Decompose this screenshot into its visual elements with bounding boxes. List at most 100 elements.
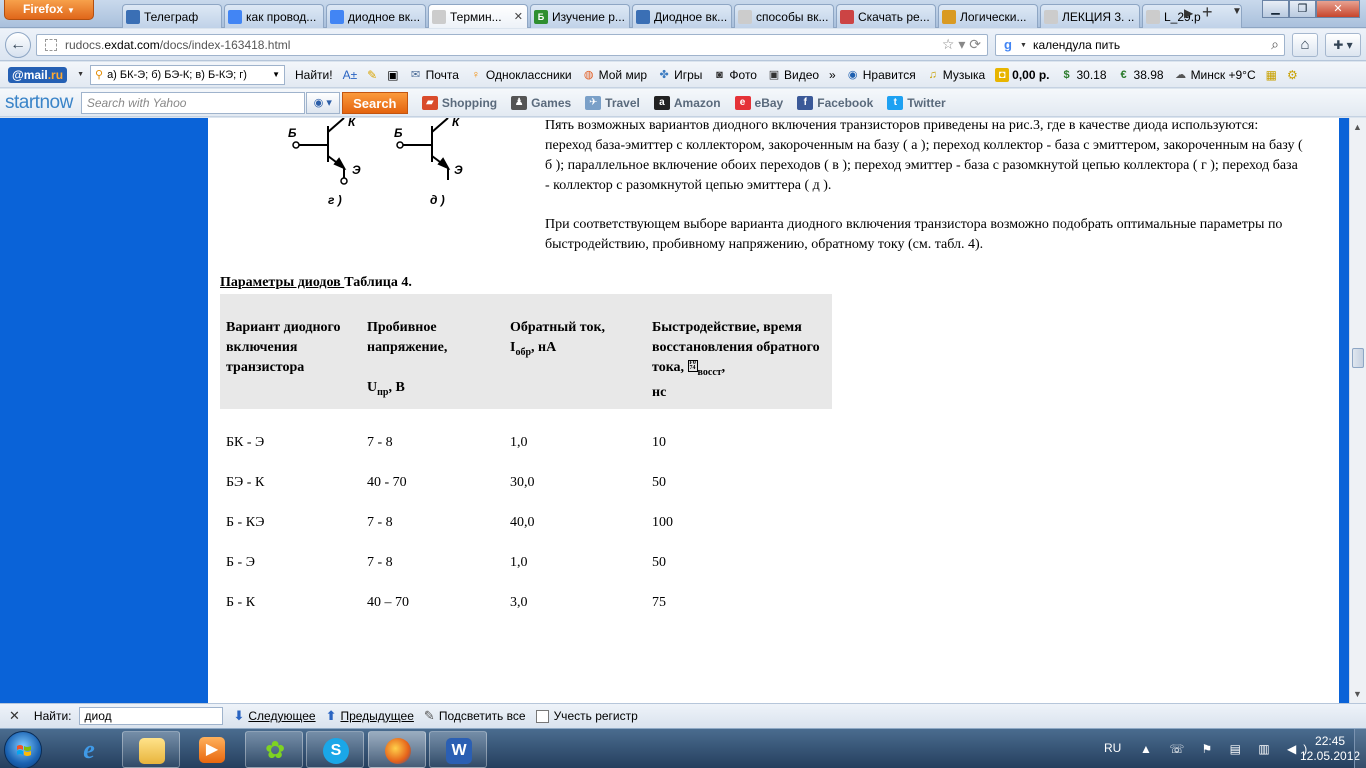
taskbar-media-player[interactable]: ▶ [183,731,241,768]
tab-favicon-icon [432,9,446,24]
browser-tab[interactable]: Телеграф [122,4,222,28]
mailru-logo[interactable]: @mail.ru [8,66,68,83]
startnow-logo[interactable]: startnow [5,92,73,114]
taskbar-firefox[interactable] [368,731,426,768]
table-caption: Параметры диодов Таблица 4. [220,275,412,290]
startnow-link-facebook[interactable]: f Facebook [797,95,873,110]
web-search-box[interactable]: g ▼ календула пить ⌕ [995,34,1285,56]
tab-favicon-icon: Б [534,9,548,24]
browser-tab[interactable]: как провод... [224,4,324,28]
highlight-all-button[interactable]: ✎ Подсветить все [424,708,526,724]
scrollbar-thumb[interactable] [1352,348,1364,368]
show-desktop-button[interactable] [1354,729,1366,768]
balance-item[interactable]: ◘ 0,00 р. [995,67,1050,82]
weather-item[interactable]: ☁ Минск +9°C [1174,68,1256,82]
browser-tab[interactable]: ЛЕКЦИЯ 3. ... [1040,4,1140,28]
scroll-tabs-right-icon[interactable]: ▶ [1184,6,1193,20]
more-links-button[interactable]: » [829,68,836,82]
mailru-link[interactable]: ✤ Игры [657,68,702,82]
scroll-up-icon[interactable]: ▲ [1353,122,1362,132]
startnow-link-games[interactable]: ♟ Games [511,95,571,110]
label-base-d: Б [394,126,403,140]
tab-strip: Телеграф как провод... диодное вк... Термин… [122,4,1244,28]
minimize-button[interactable]: ▁ [1262,0,1289,18]
page-zoom-icon[interactable]: ▣ [387,68,398,82]
usd-rate[interactable]: $30.18 [1060,68,1106,82]
browser-tab[interactable]: Логически... [938,4,1038,28]
likes-item[interactable]: ◉ Нравится [846,68,916,82]
scroll-down-icon[interactable]: ▼ [1353,689,1362,699]
browser-tab[interactable]: способы вк... [734,4,834,28]
close-tab-icon[interactable]: ✕ [514,10,523,23]
start-button[interactable] [4,731,42,768]
yahoo-search-button[interactable]: Search [341,91,408,114]
tools-menu-button[interactable]: ✚ ▾ [1325,33,1361,57]
taskbar-icq[interactable]: ✿ [245,731,303,768]
vertical-scrollbar[interactable]: ▲ ▼ [1349,118,1366,703]
new-tab-icon[interactable]: + [1202,2,1213,23]
back-button[interactable]: ← [5,32,31,58]
mailru-search-value: а) БК-Э; б) БЭ-К; в) Б-КЭ; г) [107,68,247,81]
widgets-icon[interactable]: ▦ [1266,68,1277,82]
mailru-link[interactable]: ◍ Мой мир [582,68,647,82]
find-previous-button[interactable]: ⬆ Предыдущее [326,708,414,724]
startnow-link-ebay[interactable]: e eBay [734,95,783,110]
startnow-link-amazon[interactable]: a Amazon [653,95,721,110]
find-bar: ✕ Найти: диод ⬇ Следующее ⬆ Предыдущее ✎ По… [0,703,1366,728]
terminal-emitter-g [340,177,348,185]
mailru-find-button[interactable]: Найти! [295,68,333,82]
browser-tab[interactable]: Б Изучение р... [530,4,630,28]
clock[interactable]: 22:45 12.05.2012 [1300,734,1360,764]
restore-button[interactable]: ❐ [1289,0,1316,18]
eur-rate[interactable]: €38.98 [1117,68,1163,82]
search-engine-dropdown[interactable]: ◉ ▾ [305,91,340,114]
mailru-search-input[interactable]: ⚲ а) БК-Э; б) БЭ-К; в) Б-КЭ; г) ▼ [90,64,285,85]
highlighter-icon[interactable]: ✎ [367,68,377,82]
header-breakdown-voltage: Пробивное напряжение, Uпр, В [361,294,504,409]
close-find-icon[interactable]: ✕ [9,708,20,724]
startnow-toolbar: startnow Search with Yahoo ◉ ▾ Search ▰ S… [0,89,1366,117]
chevron-down-icon[interactable]: ▼ [272,70,280,79]
yahoo-search-input[interactable]: Search with Yahoo [80,91,305,114]
travel-icon: ✈ [585,95,602,110]
google-icon: g [1004,37,1012,52]
settings-gear-icon[interactable]: ⚙ [1287,68,1298,82]
icq-flower-icon: ✿ [264,737,286,764]
mailru-link[interactable]: ✉ Почта [409,68,459,82]
startnow-link-travel[interactable]: ✈ Travel [585,95,640,110]
mailru-link[interactable]: ♀ Одноклассники [469,68,572,82]
firefox-menu-button[interactable]: Firefox ▼ [4,0,94,20]
browser-tab[interactable]: диодное вк... [326,4,426,28]
browser-tab[interactable]: Термин... ✕ [428,4,528,28]
tab-label: как провод... [246,9,317,24]
match-case-checkbox[interactable]: Учесть регистр [535,709,638,723]
find-input[interactable]: диод [79,707,224,725]
font-size-icon[interactable]: A± [343,68,358,82]
search-icon[interactable]: ⌕ [1271,36,1279,53]
browser-tab[interactable]: Диодное вк... [632,4,732,28]
table-cell: БК - Э [226,434,265,450]
find-next-button[interactable]: ⬇ Следующее [233,708,315,724]
mailru-link[interactable]: ◙ Фото [712,68,757,82]
taskbar-skype[interactable]: S [306,731,364,768]
startnow-link-shopping[interactable]: ▰ Shopping [421,95,497,110]
home-button[interactable]: ⌂ [1292,33,1318,57]
language-indicator[interactable]: RU [1104,741,1121,755]
startnow-link-twitter[interactable]: t Twitter [887,95,946,110]
music-item[interactable]: ♫ Музыка [926,68,986,82]
taskbar-ie[interactable]: e [60,731,118,768]
chevron-down-icon[interactable]: ▼ [1020,42,1027,49]
address-bar[interactable]: rudocs.exdat.com/docs/index-163418.html … [36,34,988,56]
browser-tab[interactable]: Скачать ре... [836,4,936,28]
bookmark-star-icon[interactable]: ☆ ▾ ⟳ [942,36,981,53]
close-window-button[interactable]: ✕ [1316,0,1360,18]
taskbar-word[interactable]: W [429,731,487,768]
chevron-down-icon[interactable]: ▼ [77,71,84,78]
games-icon: ✤ [659,68,669,81]
mailru-link[interactable]: ▣ Видео [767,68,819,82]
tray-icons[interactable]: ▲ ☏ ⚑ ▤ ▥ ◀) [1140,742,1314,756]
internet-explorer-icon: e [83,735,95,764]
taskbar-explorer[interactable] [122,731,180,768]
list-all-tabs-icon[interactable]: ▼ [1232,6,1242,17]
table-cell: Б - Э [226,554,255,570]
